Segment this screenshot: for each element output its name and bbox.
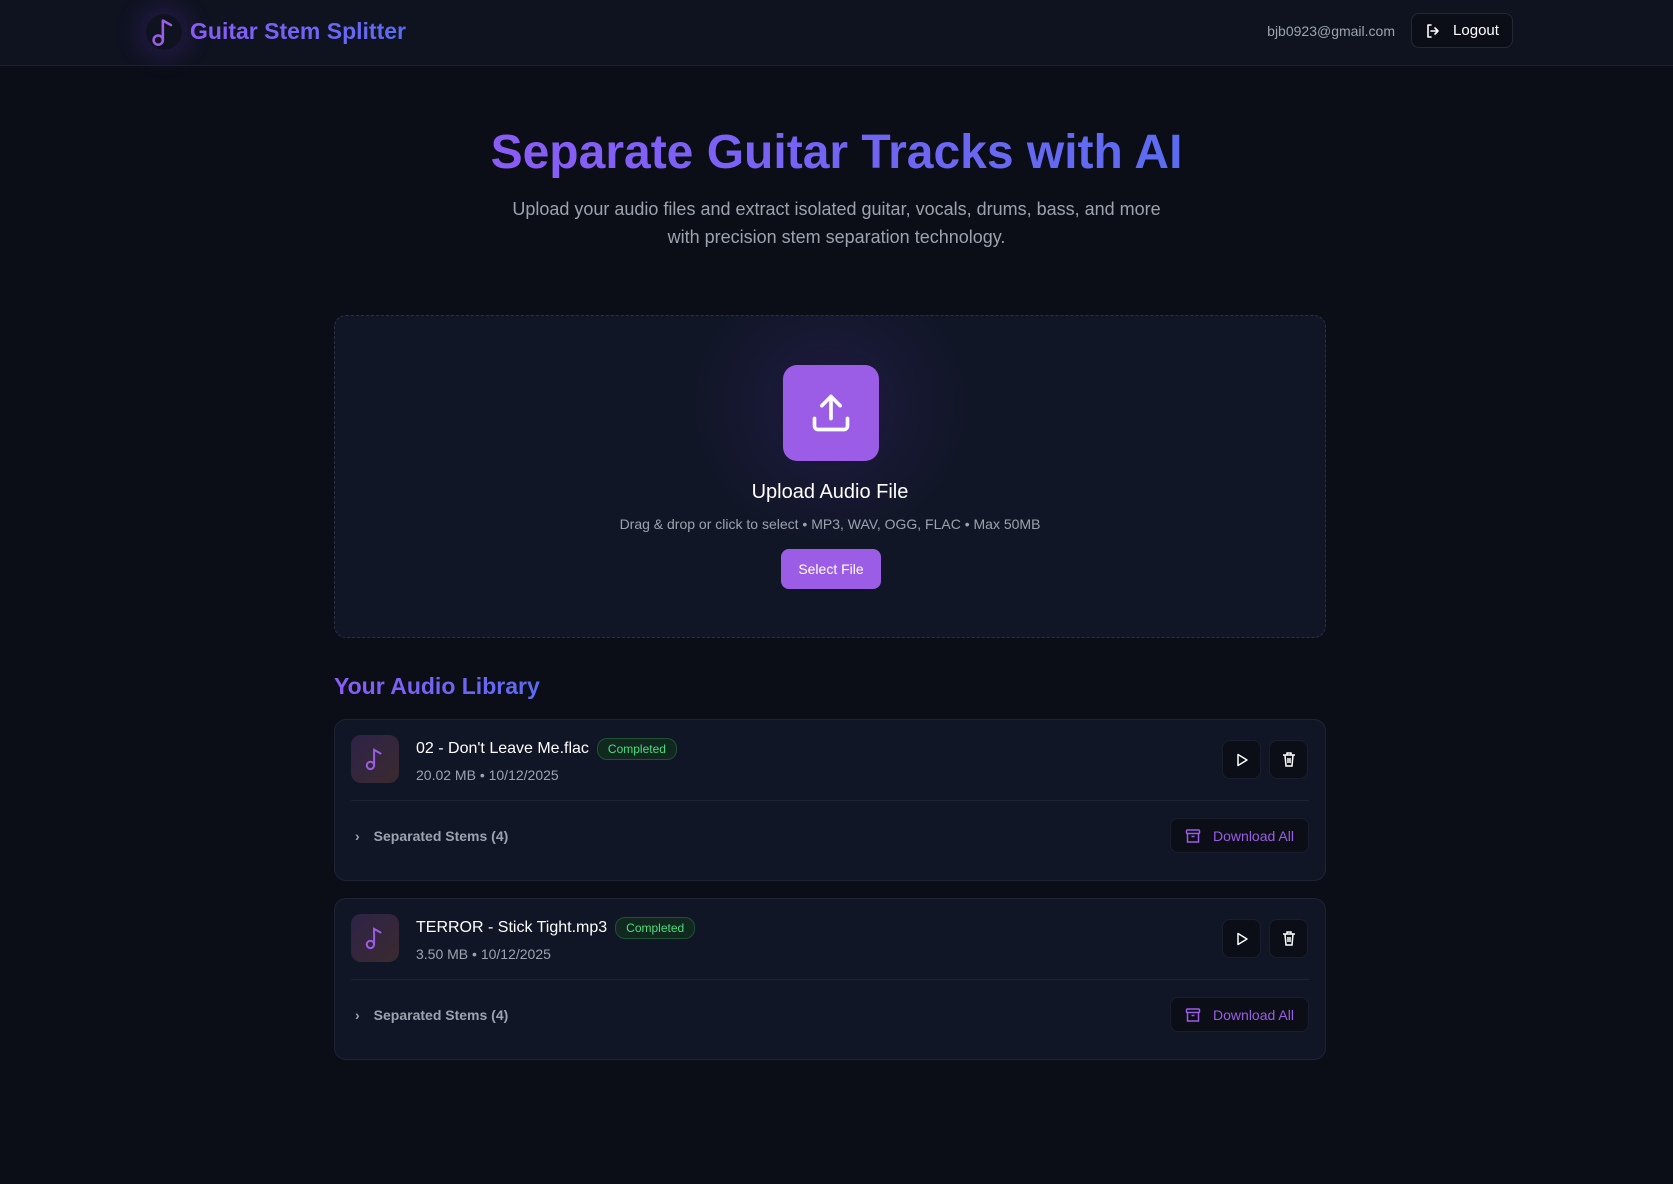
delete-button[interactable] <box>1269 740 1308 779</box>
play-button[interactable] <box>1222 740 1261 779</box>
divider <box>351 979 1309 980</box>
play-icon <box>1236 932 1248 945</box>
stems-toggle[interactable]: › Separated Stems (4) <box>355 1007 508 1023</box>
upload-icon <box>783 365 879 461</box>
delete-button[interactable] <box>1269 919 1308 958</box>
logout-icon <box>1427 23 1439 38</box>
upload-title: Upload Audio File <box>751 481 909 503</box>
chevron-right-icon: › <box>355 1007 360 1023</box>
music-note-icon <box>351 735 399 783</box>
library-item: 02 - Don't Leave Me.flac Completed 20.02 … <box>334 719 1326 881</box>
stems-toggle[interactable]: › Separated Stems (4) <box>355 828 508 844</box>
logout-button[interactable]: Logout <box>1411 13 1513 48</box>
app-title: Guitar Stem Splitter <box>190 18 406 44</box>
file-name: TERROR - Stick Tight.mp3 Completed <box>416 917 696 939</box>
logout-label: Logout <box>1453 22 1499 39</box>
status-badge: Completed <box>596 738 677 760</box>
download-all-button[interactable]: Download All <box>1170 818 1309 853</box>
music-note-icon <box>146 14 182 50</box>
library-title: Your Audio Library <box>334 673 540 699</box>
status-badge: Completed <box>615 917 696 939</box>
trash-icon <box>1282 752 1295 767</box>
file-name: 02 - Don't Leave Me.flac Completed <box>416 738 677 760</box>
hero-subtitle: Upload your audio files and extract isol… <box>512 199 1161 247</box>
trash-icon <box>1282 931 1295 946</box>
download-all-button[interactable]: Download All <box>1170 997 1309 1032</box>
library-item: TERROR - Stick Tight.mp3 Completed 3.50 M… <box>334 898 1326 1060</box>
divider <box>351 800 1309 801</box>
archive-icon <box>1185 828 1201 843</box>
play-button[interactable] <box>1222 919 1261 958</box>
chevron-right-icon: › <box>355 828 360 844</box>
select-file-button[interactable]: Select File <box>781 549 881 589</box>
hero-title: Separate Guitar Tracks with AI <box>490 126 1183 179</box>
user-email: bjb0923@gmail.com <box>1267 23 1395 39</box>
archive-icon <box>1185 1007 1201 1022</box>
upload-subtitle: Drag & drop or click to select • MP3, WA… <box>619 516 1041 532</box>
file-meta: 3.50 MB • 10/12/2025 <box>416 946 551 962</box>
play-icon <box>1236 753 1248 766</box>
app-header: Guitar Stem Splitter bjb0923@gmail.com L… <box>0 0 1673 66</box>
music-note-icon <box>351 914 399 962</box>
upload-dropzone[interactable]: Upload Audio File Drag & drop or click t… <box>334 315 1326 638</box>
file-meta: 20.02 MB • 10/12/2025 <box>416 767 559 783</box>
